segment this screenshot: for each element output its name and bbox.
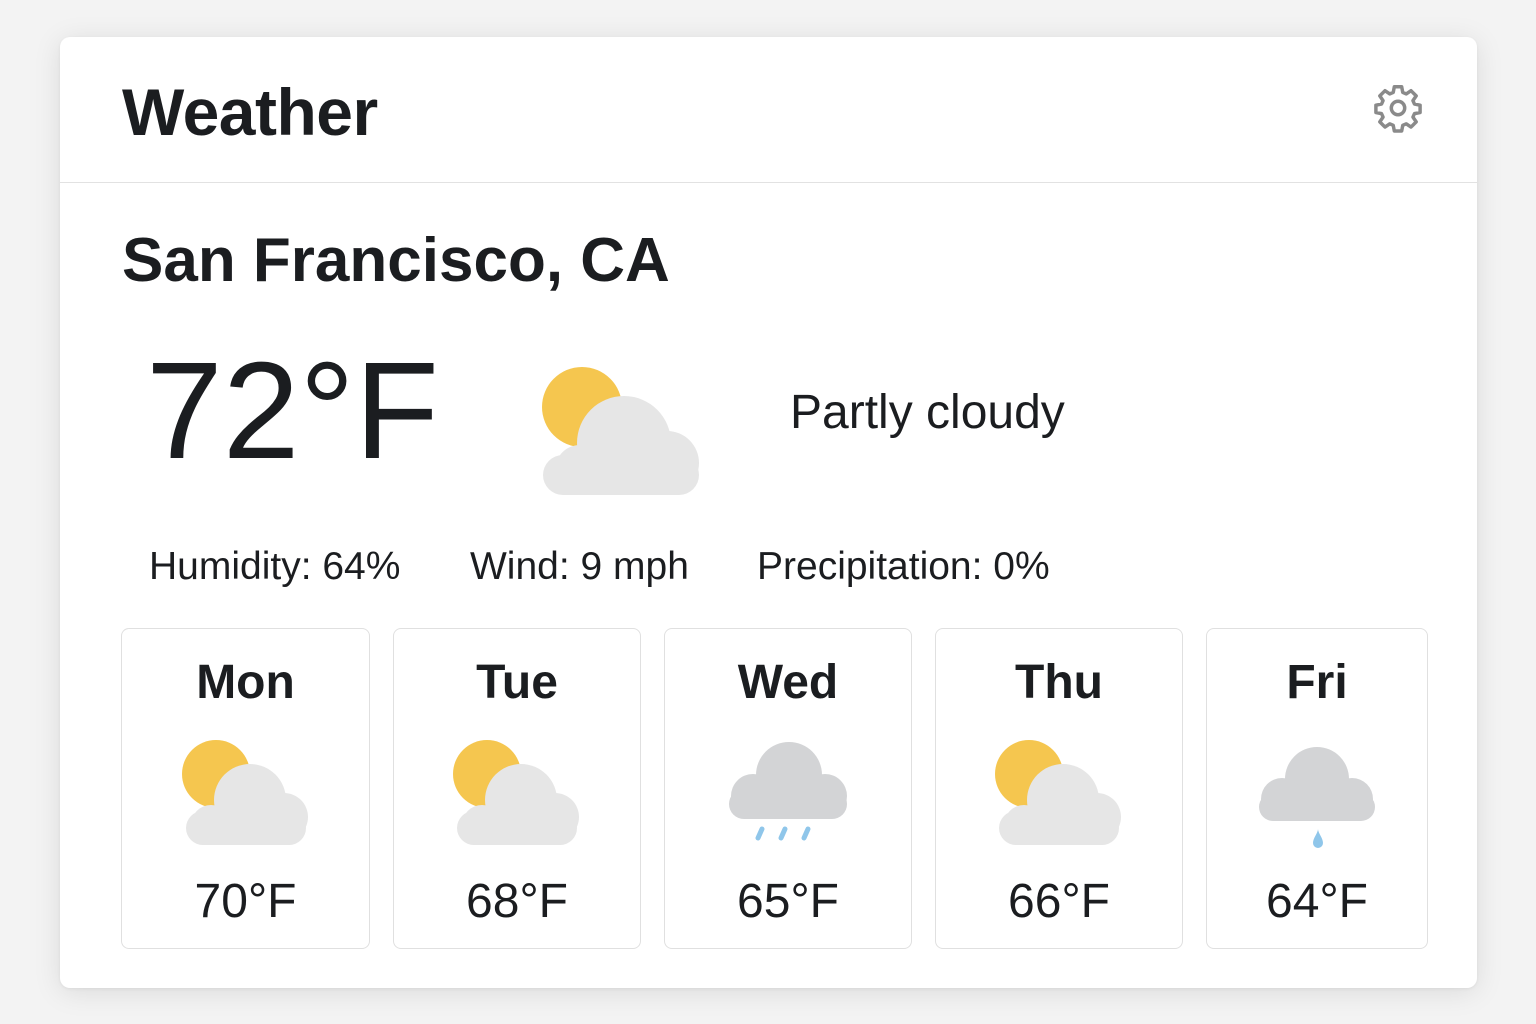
forecast-temp: 66°F	[1008, 875, 1110, 928]
humidity-stat: Humidity: 64%	[149, 545, 401, 588]
header: Weather	[60, 37, 1477, 183]
forecast-day-label: Tue	[476, 656, 558, 709]
forecast-temp: 68°F	[466, 875, 568, 928]
drizzle-icon	[1252, 739, 1382, 849]
forecast-temp: 65°F	[737, 875, 839, 928]
partly-cloudy-icon	[452, 739, 582, 849]
gear-icon	[1374, 85, 1422, 133]
forecast-day-label: Thu	[1015, 656, 1103, 709]
app-title: Weather	[122, 75, 378, 149]
wind-stat: Wind: 9 mph	[470, 545, 689, 588]
forecast-day-label: Fri	[1286, 656, 1348, 709]
forecast-day-fri[interactable]: Fri 64°F	[1206, 628, 1428, 949]
weather-card: Weather San Francisco, CA 72°F Partly cl…	[60, 37, 1477, 988]
forecast-day-wed[interactable]: Wed 65°F	[664, 628, 912, 949]
precipitation-stat: Precipitation: 0%	[757, 545, 1050, 588]
condition-text: Partly cloudy	[790, 386, 1065, 439]
settings-button[interactable]	[1372, 82, 1424, 134]
current-temperature: 72°F	[146, 334, 439, 488]
rain-icon	[723, 739, 853, 849]
forecast-day-tue[interactable]: Tue 68°F	[393, 628, 641, 949]
forecast-day-mon[interactable]: Mon 70°F	[121, 628, 370, 949]
location-title: San Francisco, CA	[122, 226, 670, 295]
forecast-day-thu[interactable]: Thu 66°F	[935, 628, 1183, 949]
partly-cloudy-icon	[181, 739, 311, 849]
partly-cloudy-icon	[994, 739, 1124, 849]
partly-cloudy-icon	[538, 367, 708, 497]
forecast-day-label: Mon	[196, 656, 295, 709]
forecast-temp: 64°F	[1266, 875, 1368, 928]
forecast-day-label: Wed	[737, 656, 839, 709]
forecast-temp: 70°F	[194, 875, 297, 928]
